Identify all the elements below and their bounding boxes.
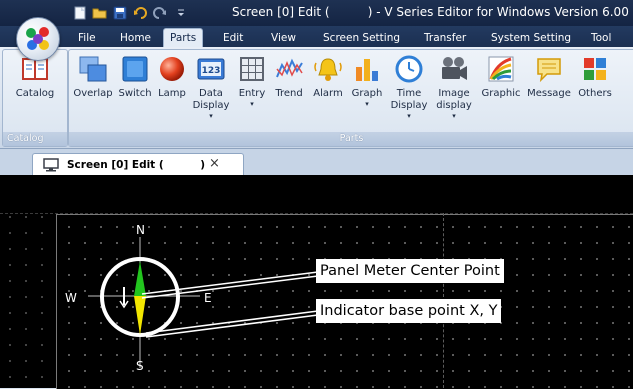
time-display-label-line1: Time — [396, 88, 422, 99]
save-icon[interactable] — [112, 5, 128, 21]
image-display-label-line1: Image — [438, 88, 470, 99]
data-display-icon: 123 — [196, 54, 226, 84]
tab-screen-setting[interactable]: Screen Setting — [323, 29, 400, 47]
document-tab-strip: Screen [0] Edit ( ) × — [0, 149, 633, 176]
entry-icon — [237, 54, 267, 84]
trend-button[interactable]: Trend — [271, 54, 307, 100]
needle-yellow — [134, 296, 146, 335]
redo-icon[interactable] — [152, 5, 168, 21]
ribbon-group-parts: Overlap Switch Lamp 123 Data Display ▾ E… — [68, 49, 633, 147]
tab-parts[interactable]: Parts — [163, 28, 204, 48]
lamp-icon — [157, 54, 187, 84]
overlap-button-label: Overlap — [73, 88, 113, 99]
time-display-button[interactable]: Time Display ▾ — [387, 54, 431, 120]
dropdown-arrow-icon: ▾ — [365, 100, 369, 108]
parts-group-label: Parts — [69, 132, 633, 146]
compass-east-label: E — [204, 291, 212, 305]
compass-south-label: S — [136, 359, 144, 373]
callout-indicator-base-point: Indicator base point X, Y — [316, 299, 502, 323]
document-tab-label: Screen [0] Edit ( ) — [67, 159, 206, 171]
app-logo-icon — [26, 27, 49, 50]
message-button[interactable]: Message — [524, 54, 574, 100]
open-icon[interactable] — [92, 5, 108, 21]
editor-canvas[interactable]: N S E W Panel Meter Center Point Indicat… — [0, 175, 633, 389]
needle-green — [134, 261, 146, 296]
switch-button-label: Switch — [118, 88, 152, 99]
undo-icon[interactable] — [132, 5, 148, 21]
tab-edit[interactable]: Edit — [223, 29, 243, 47]
image-display-label-line2: display — [436, 100, 472, 111]
others-button-label: Others — [578, 88, 612, 99]
dropdown-arrow-icon: ▾ — [209, 112, 213, 120]
window-title: Screen [0] Edit ( ) - V Series Editor fo… — [232, 5, 629, 19]
dropdown-arrow-icon: ▾ — [407, 112, 411, 120]
others-button[interactable]: Others — [575, 54, 615, 100]
tab-home[interactable]: Home — [120, 29, 151, 47]
trend-icon — [274, 54, 304, 84]
graph-button[interactable]: Graph ▾ — [349, 54, 385, 108]
overlap-button[interactable]: Overlap — [71, 54, 115, 100]
lamp-button-label: Lamp — [158, 88, 186, 99]
others-icon — [580, 54, 610, 84]
message-icon — [534, 54, 564, 84]
leader-line-center-2 — [141, 275, 319, 299]
quick-access-toolbar — [72, 4, 190, 22]
lamp-button[interactable]: Lamp — [155, 54, 189, 100]
image-display-icon — [439, 54, 469, 84]
graph-button-label: Graph — [351, 88, 383, 99]
tab-transfer[interactable]: Transfer — [424, 29, 466, 47]
close-icon[interactable]: × — [209, 156, 220, 171]
tab-tool[interactable]: Tool — [591, 29, 611, 47]
screen-monitor-icon — [43, 157, 59, 176]
tab-file[interactable]: File — [78, 29, 96, 47]
alarm-button[interactable]: Alarm — [309, 54, 347, 100]
entry-button-label: Entry — [238, 88, 266, 99]
svg-text:123: 123 — [202, 66, 221, 76]
document-tab[interactable]: Screen [0] Edit ( ) × — [32, 153, 244, 176]
data-display-label-line1: Data — [199, 88, 223, 99]
tab-system-setting[interactable]: System Setting — [491, 29, 571, 47]
catalog-button-label: Catalog — [15, 88, 55, 99]
new-icon[interactable] — [72, 5, 88, 21]
graphic-button[interactable]: Graphic — [479, 54, 523, 100]
overlap-icon — [78, 54, 108, 84]
compass-north-label: N — [136, 223, 145, 237]
tab-view[interactable]: View — [271, 29, 296, 47]
graphic-icon — [486, 54, 516, 84]
application-menu-button[interactable] — [16, 17, 60, 61]
title-bar: Screen [0] Edit ( ) - V Series Editor fo… — [0, 0, 633, 26]
ribbon: Catalog Catalog Overlap Switch Lamp 123 … — [0, 47, 633, 149]
alarm-icon — [313, 54, 343, 84]
time-display-label-line2: Display — [390, 100, 428, 111]
time-display-icon — [394, 54, 424, 84]
data-display-button[interactable]: 123 Data Display ▾ — [190, 54, 232, 120]
alarm-button-label: Alarm — [313, 88, 343, 99]
switch-icon — [120, 54, 150, 84]
ribbon-group-catalog: Catalog Catalog — [2, 49, 68, 147]
compass-west-label: W — [65, 291, 77, 305]
trend-button-label: Trend — [275, 88, 303, 99]
entry-button[interactable]: Entry ▾ — [235, 54, 269, 108]
dropdown-arrow-icon: ▾ — [452, 112, 456, 120]
image-display-button[interactable]: Image display ▾ — [432, 54, 476, 120]
menu-tabs: File Home Parts Edit View Screen Setting… — [0, 26, 633, 48]
callout-panel-meter-center: Panel Meter Center Point — [316, 259, 504, 283]
catalog-group-label: Catalog — [3, 132, 67, 146]
graph-icon — [352, 54, 382, 84]
switch-button[interactable]: Switch — [116, 54, 154, 100]
qat-dropdown-icon[interactable] — [172, 5, 190, 21]
leader-line-center — [141, 271, 319, 295]
dropdown-arrow-icon: ▾ — [250, 100, 254, 108]
data-display-label-line2: Display — [192, 100, 230, 111]
message-button-label: Message — [527, 88, 571, 99]
graphic-button-label: Graphic — [481, 88, 521, 99]
